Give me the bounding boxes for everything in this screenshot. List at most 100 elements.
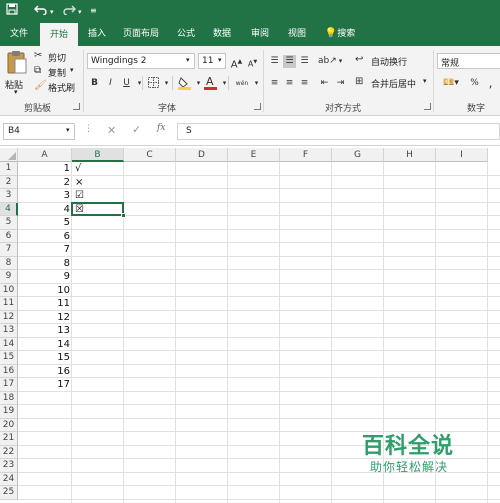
- row-header-1[interactable]: 1: [0, 162, 18, 176]
- font-name-select[interactable]: Wingdings 2 ▾: [87, 53, 195, 69]
- row-header-14[interactable]: 14: [0, 337, 18, 352]
- font-color-dropdown-icon[interactable]: ▾: [218, 77, 231, 90]
- cell-a6[interactable]: 6: [18, 230, 70, 244]
- cut-button[interactable]: ✂ 剪切: [34, 50, 74, 64]
- cell-b20[interactable]: [75, 419, 121, 433]
- tab-data[interactable]: 数据: [206, 22, 238, 46]
- align-middle-icon[interactable]: ☰: [283, 55, 296, 68]
- row-header-10[interactable]: 10: [0, 283, 18, 298]
- row-header-12[interactable]: 12: [0, 310, 18, 325]
- align-left-icon[interactable]: ≡: [268, 77, 281, 90]
- decrease-indent-icon[interactable]: ⇤: [318, 77, 331, 90]
- cell-a4[interactable]: 4: [18, 203, 70, 217]
- cell-b5[interactable]: [75, 216, 121, 230]
- save-icon[interactable]: [6, 3, 18, 19]
- orientation-icon[interactable]: ab↗: [318, 55, 337, 68]
- cell-b21[interactable]: [75, 432, 121, 446]
- tab-view[interactable]: 视图: [281, 22, 313, 46]
- cell-b23[interactable]: [75, 459, 121, 473]
- tab-page-layout[interactable]: 页面布局: [116, 22, 166, 46]
- increase-font-size-icon[interactable]: A▲: [230, 55, 243, 70]
- font-dialog-launcher[interactable]: [254, 103, 261, 110]
- cell-b2[interactable]: ×: [75, 176, 121, 190]
- cell-a22[interactable]: [18, 446, 70, 460]
- enter-icon[interactable]: ✓: [132, 123, 141, 136]
- row-header-11[interactable]: 11: [0, 297, 18, 311]
- cell-a10[interactable]: 10: [18, 284, 70, 298]
- column-header-c[interactable]: C: [124, 148, 176, 162]
- cell-b12[interactable]: [75, 311, 121, 325]
- borders-icon[interactable]: [147, 77, 160, 90]
- row-header-5[interactable]: 5: [0, 216, 18, 230]
- underline-dropdown-icon[interactable]: ▾: [133, 77, 146, 90]
- cell-a1[interactable]: 1: [18, 162, 70, 176]
- cell-b9[interactable]: [75, 270, 121, 284]
- cell-a24[interactable]: [18, 473, 70, 487]
- row-header-22[interactable]: 22: [0, 445, 18, 460]
- phonetic-guide-icon[interactable]: wén: [234, 77, 250, 90]
- row-header-7[interactable]: 7: [0, 243, 18, 257]
- row-header-17[interactable]: 17: [0, 378, 18, 392]
- column-header-d[interactable]: D: [176, 148, 228, 162]
- row-header-19[interactable]: 19: [0, 405, 18, 419]
- tab-review[interactable]: 审阅: [244, 22, 276, 46]
- row-header-15[interactable]: 15: [0, 351, 18, 365]
- cell-b6[interactable]: [75, 230, 121, 244]
- redo-dropdown-icon[interactable]: ▾: [78, 5, 82, 19]
- row-header-13[interactable]: 13: [0, 324, 18, 338]
- cell-b1[interactable]: √: [75, 162, 121, 176]
- cell-b7[interactable]: [75, 243, 121, 257]
- align-right-icon[interactable]: ≡: [298, 77, 311, 90]
- cell-a25[interactable]: [18, 486, 70, 500]
- column-header-h[interactable]: H: [384, 148, 436, 162]
- underline-button[interactable]: U: [120, 77, 133, 90]
- percent-icon[interactable]: %: [468, 77, 481, 90]
- currency-format-icon[interactable]: 💴▾: [440, 77, 462, 90]
- column-header-i[interactable]: I: [436, 148, 488, 162]
- row-header-9[interactable]: 9: [0, 270, 18, 284]
- row-header-6[interactable]: 6: [0, 229, 18, 244]
- cell-a8[interactable]: 8: [18, 257, 70, 271]
- fill-color-icon[interactable]: [178, 76, 191, 90]
- cell-a15[interactable]: 15: [18, 351, 70, 365]
- tab-home[interactable]: 开始: [40, 23, 78, 46]
- cell-a14[interactable]: 14: [18, 338, 70, 352]
- row-header-25[interactable]: 25: [0, 486, 18, 500]
- comma-style-icon[interactable]: ,: [484, 77, 497, 90]
- cell-b13[interactable]: [75, 324, 121, 338]
- cell-a18[interactable]: [18, 392, 70, 406]
- cell-a21[interactable]: [18, 432, 70, 446]
- row-header-21[interactable]: 21: [0, 432, 18, 446]
- select-all-corner[interactable]: [0, 148, 18, 162]
- copy-button[interactable]: ⧉ 复制 ▾: [34, 65, 78, 79]
- increase-indent-icon[interactable]: ⇥: [334, 77, 347, 90]
- column-header-f[interactable]: F: [280, 148, 332, 162]
- decrease-font-size-icon[interactable]: A▼: [246, 56, 259, 69]
- tab-file[interactable]: 文件: [4, 22, 34, 46]
- cell-b10[interactable]: [75, 284, 121, 298]
- redo-icon[interactable]: [62, 3, 76, 19]
- number-format-select[interactable]: 常规: [437, 53, 500, 69]
- insert-function-icon[interactable]: fx: [157, 123, 165, 133]
- cell-b11[interactable]: [75, 297, 121, 311]
- align-bottom-icon[interactable]: ☰: [298, 55, 311, 68]
- cell-a3[interactable]: 3: [18, 189, 70, 203]
- align-center-icon[interactable]: ≡: [283, 77, 296, 90]
- cell-a20[interactable]: [18, 419, 70, 433]
- font-size-select[interactable]: 11 ▾: [198, 53, 226, 69]
- name-box[interactable]: B4 ▾: [3, 123, 75, 140]
- phonetic-dropdown-icon[interactable]: ▾: [250, 77, 263, 90]
- undo-icon[interactable]: [34, 3, 48, 19]
- bold-button[interactable]: B: [88, 77, 101, 90]
- cancel-icon[interactable]: ✕: [107, 124, 116, 137]
- wrap-text-button[interactable]: ↩ 自动换行: [355, 53, 415, 69]
- merge-center-button[interactable]: ⊞ 合并后居中 ▾: [355, 75, 430, 91]
- font-color-icon[interactable]: A: [204, 75, 217, 90]
- tell-me-search[interactable]: 💡搜索: [320, 22, 360, 46]
- alignment-dialog-launcher[interactable]: [424, 103, 431, 110]
- row-header-2[interactable]: 2: [0, 175, 18, 190]
- cell-b25[interactable]: [75, 486, 121, 500]
- cell-b3[interactable]: ☑: [75, 189, 121, 203]
- cell-a9[interactable]: 9: [18, 270, 70, 284]
- row-header-24[interactable]: 24: [0, 472, 18, 487]
